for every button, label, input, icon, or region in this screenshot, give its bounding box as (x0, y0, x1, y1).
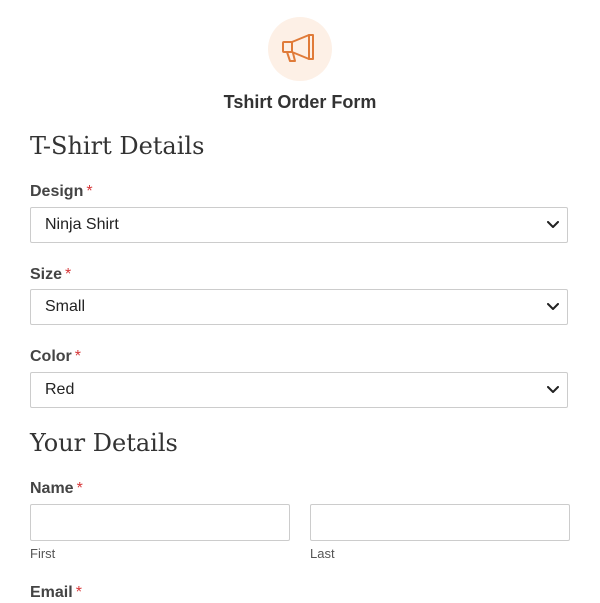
chevron-down-icon (545, 299, 561, 315)
chevron-down-icon (545, 217, 561, 233)
size-label-text: Size (30, 266, 63, 283)
email-label-text: Email (30, 584, 73, 601)
color-label-text: Color (30, 348, 72, 365)
color-select-value: Red (45, 381, 75, 398)
email-label: Email * (30, 583, 82, 603)
size-label: Size * (30, 265, 71, 285)
megaphone-icon (281, 32, 319, 67)
size-select[interactable]: Small (30, 289, 568, 325)
required-asterisk: * (65, 266, 72, 283)
chevron-down-icon (545, 382, 561, 398)
first-name-sublabel: First (30, 546, 56, 561)
required-asterisk: * (75, 584, 82, 601)
design-label-text: Design (30, 183, 84, 200)
design-label: Design * (30, 182, 93, 202)
form-logo (268, 17, 332, 81)
last-name-input[interactable] (310, 504, 570, 541)
last-name-sublabel: Last (310, 546, 335, 561)
size-select-value: Small (45, 298, 86, 315)
required-asterisk: * (76, 480, 83, 497)
name-label: Name * (30, 479, 83, 499)
first-name-input[interactable] (30, 504, 290, 541)
section-heading-your-details: Your Details (30, 429, 178, 457)
form-title: Tshirt Order Form (223, 92, 377, 112)
design-select-value: Ninja Shirt (45, 216, 119, 233)
color-label: Color * (30, 347, 81, 367)
section-heading-tshirt-details: T-Shirt Details (30, 132, 205, 160)
name-label-text: Name (30, 480, 74, 497)
required-asterisk: * (74, 348, 82, 365)
required-asterisk: * (86, 183, 93, 200)
design-select[interactable]: Ninja Shirt (30, 207, 568, 243)
color-select[interactable]: Red (30, 372, 568, 408)
